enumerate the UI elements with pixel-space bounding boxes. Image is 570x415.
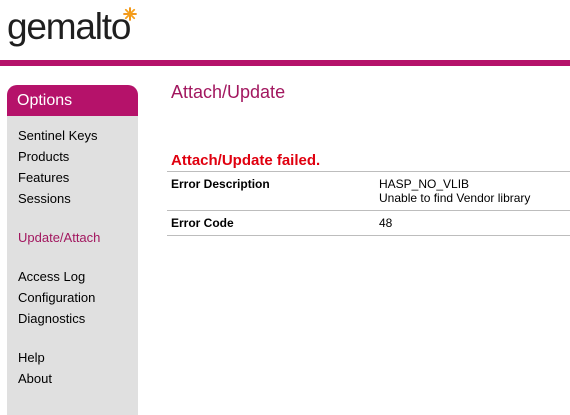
error-description-text: Unable to find Vendor library [379,191,531,205]
sidebar-item-sessions[interactable]: Sessions [18,188,138,209]
error-heading: Attach/Update failed. [171,152,321,169]
gemalto-logo: gemalto [7,6,131,47]
sidebar-item-access-log[interactable]: Access Log [18,266,138,287]
sidebar-item-update-attach[interactable]: Update/Attach [18,227,138,248]
sidebar-item-features[interactable]: Features [18,167,138,188]
error-code-label: Error Code [167,210,375,236]
logo-star-icon [123,7,137,21]
error-code-value: 48 [375,210,570,236]
sidebar-nav: Sentinel Keys Products Features Sessions… [7,116,138,389]
options-sidebar: Options Sentinel Keys Products Features … [7,85,138,415]
table-row: Error Description HASP_NO_VLIB Unable to… [167,171,570,211]
sidebar-item-configuration[interactable]: Configuration [18,287,138,308]
sidebar-item-help[interactable]: Help [18,347,138,368]
sidebar-item-products[interactable]: Products [18,146,138,167]
table-row: Error Code 48 [167,210,570,236]
error-description-code: HASP_NO_VLIB [379,177,470,191]
error-description-value: HASP_NO_VLIB Unable to find Vendor libra… [375,171,570,211]
error-description-label: Error Description [167,171,375,211]
sidebar-header: Options [7,85,138,116]
sidebar-item-diagnostics[interactable]: Diagnostics [18,308,138,329]
header-divider [0,60,570,66]
page-title: Attach/Update [171,82,286,102]
error-details-table: Error Description HASP_NO_VLIB Unable to… [167,171,570,236]
sidebar-item-about[interactable]: About [18,368,138,389]
sidebar-item-sentinel-keys[interactable]: Sentinel Keys [18,125,138,146]
